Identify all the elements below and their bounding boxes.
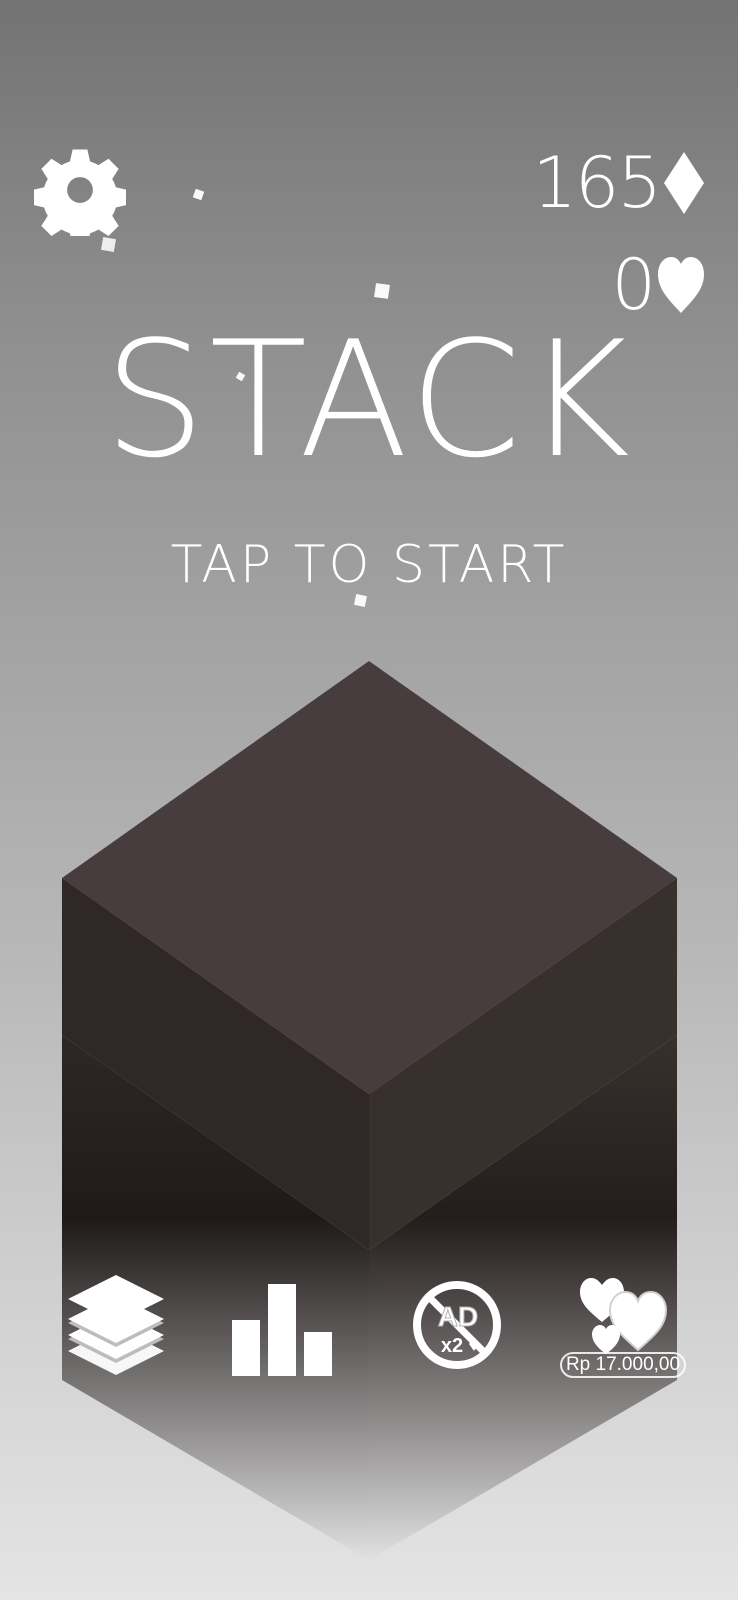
hearts-shop-button[interactable] bbox=[578, 1276, 680, 1356]
leaderboard-button[interactable] bbox=[232, 1284, 332, 1376]
layers-icon bbox=[68, 1275, 164, 1375]
particle bbox=[374, 283, 390, 299]
diamond-icon bbox=[664, 152, 704, 214]
no-ads-label: AD bbox=[438, 1301, 478, 1332]
no-ads-multiplier: x2 bbox=[441, 1335, 463, 1357]
settings-button[interactable] bbox=[34, 144, 126, 236]
no-ads-x2-icon: AD x2 bbox=[413, 1281, 501, 1369]
diamonds-count: 165 bbox=[532, 142, 662, 224]
hearts-shop-icon bbox=[580, 1278, 668, 1354]
particle bbox=[353, 593, 368, 608]
diamonds-counter: 165 bbox=[532, 148, 704, 218]
leaderboard-icon bbox=[232, 1284, 332, 1376]
game-title: STACK bbox=[103, 306, 635, 493]
gear-icon bbox=[34, 149, 126, 236]
tap-to-start-prompt[interactable]: TAP TO START bbox=[0, 535, 738, 595]
shop-price-label[interactable]: Rp 17.000,00 bbox=[560, 1352, 686, 1378]
themes-button[interactable] bbox=[68, 1275, 164, 1375]
game-screen[interactable]: 165 0 STACK TAP TO START AD x2 Rp 17.000… bbox=[0, 0, 738, 1600]
particle bbox=[100, 236, 117, 253]
no-ads-button[interactable]: AD x2 bbox=[412, 1280, 502, 1370]
heart-icon bbox=[658, 257, 704, 313]
